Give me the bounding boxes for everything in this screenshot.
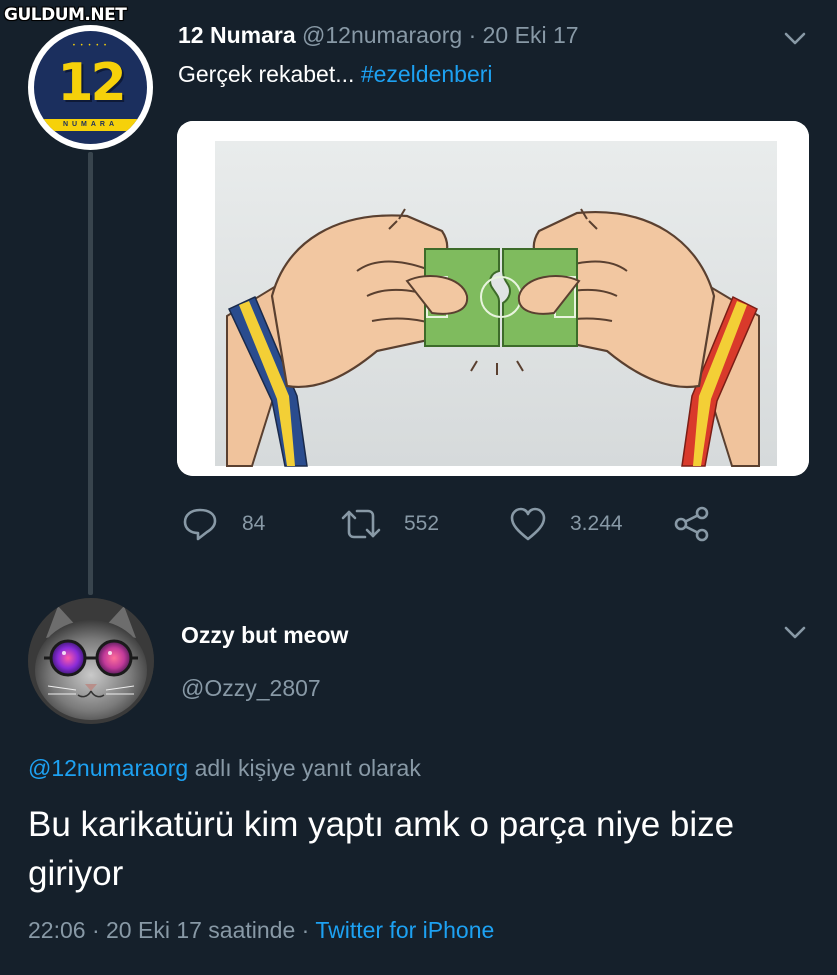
reply-date[interactable]: 20 Eki 17 saatinde [106,917,295,943]
tweet-text: Gerçek rekabet... #ezeldenberi [178,61,493,88]
avatar-ribbon: NUMARA [34,119,147,131]
reply-author-handle[interactable]: @Ozzy_2807 [181,675,321,702]
like-count: 3.244 [570,512,623,535]
tweet-date[interactable]: 20 Eki 17 [483,22,579,48]
reply-author-name[interactable]: Ozzy but meow [181,622,348,649]
retweet-button[interactable]: 552 [340,504,439,544]
author-handle[interactable]: @12numaraorg [302,22,462,48]
avatar-number: 12 [57,53,126,113]
retweet-icon [341,509,381,539]
meta-separator: · [468,22,477,48]
tweet-action-bar: 84 552 3.244 [180,504,720,548]
replying-to-line: @12numaraorg adlı kişiye yanıt olarak [28,755,421,782]
retweet-count: 552 [404,512,440,535]
site-watermark: GULDUM.NET [4,5,127,25]
footer-separator: · [301,917,310,943]
cartoon-illustration [177,121,809,476]
reply-timestamp-line: 22:06 · 20 Eki 17 saatinde · Twitter for… [28,917,494,944]
replying-to-mention[interactable]: @12numaraorg [28,755,188,781]
replying-to-suffix: adlı kişiye yanıt olarak [194,755,421,781]
share-button[interactable] [672,504,712,544]
reply-text: Bu karikatürü kim yaptı amk o parça niye… [28,805,735,893]
reply-icon [183,508,217,541]
thread-line [88,152,93,595]
tweet-header: 12 Numara @12numaraorg · 20 Eki 17 [178,22,579,49]
like-button[interactable]: 3.244 [508,504,623,544]
reply-count: 84 [242,512,266,535]
reply-source-link[interactable]: Twitter for iPhone [315,917,494,943]
cat-with-glasses-image [28,598,154,724]
author-avatar[interactable]: • • • • • 12 NUMARA [28,25,153,150]
reply-author-avatar[interactable] [28,598,154,724]
chevron-down-icon[interactable] [782,619,808,645]
avatar-stars: • • • • • [72,43,109,49]
tweet-body: Gerçek rekabet... [178,61,355,87]
chevron-down-icon[interactable] [782,25,808,51]
reply-time[interactable]: 22:06 [28,917,86,943]
tweet-media-image[interactable] [177,121,809,476]
share-icon [674,506,709,542]
author-name[interactable]: 12 Numara [178,22,296,48]
heart-icon [510,507,546,541]
footer-separator: · [91,917,100,943]
reply-button[interactable]: 84 [180,504,265,544]
avatar-logo: • • • • • 12 NUMARA [34,31,147,144]
hashtag-link[interactable]: #ezeldenberi [361,61,493,87]
